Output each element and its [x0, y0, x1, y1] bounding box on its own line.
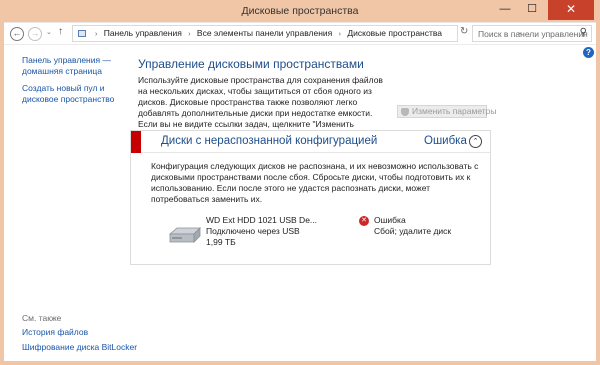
- search-placeholder: Поиск в панели управления: [478, 29, 588, 39]
- refresh-icon[interactable]: ↻: [460, 26, 468, 37]
- drive-size: 1,99 ТБ: [206, 237, 236, 247]
- recent-locations-icon[interactable]: ⌄: [46, 28, 52, 36]
- minimize-button[interactable]: —: [492, 0, 518, 20]
- error-indicator-bar: [131, 131, 141, 153]
- unrecognized-disks-panel: Диски с нераспознанной конфигурацией Оши…: [130, 130, 491, 265]
- change-settings-button[interactable]: Изменить параметры: [397, 105, 497, 118]
- panel-status: Ошибка: [424, 135, 467, 147]
- control-panel-home-link[interactable]: Панель управления — домашняя страница: [22, 55, 122, 77]
- hard-drive-icon: [168, 227, 201, 243]
- up-button[interactable]: ↑: [58, 26, 63, 37]
- breadcrumb-item-control-panel[interactable]: Панель управления: [104, 28, 182, 38]
- breadcrumb-separator[interactable]: ›: [188, 31, 190, 38]
- navigation-bar: ← → ⌄ ↑ › Панель управления › Все элемен…: [4, 23, 596, 45]
- bitlocker-link[interactable]: Шифрование диска BitLocker: [22, 342, 137, 353]
- change-settings-label: Изменить параметры: [412, 106, 497, 116]
- address-bar[interactable]: › Панель управления › Все элементы панел…: [72, 25, 523, 42]
- file-history-link[interactable]: История файлов: [22, 327, 88, 338]
- drive-error-label: Ошибка: [374, 215, 406, 225]
- forward-button[interactable]: →: [28, 27, 42, 41]
- title-bar: Дисковые пространства — ☐ ✕: [0, 0, 600, 22]
- close-button[interactable]: ✕: [548, 0, 594, 20]
- help-icon[interactable]: ?: [583, 47, 594, 58]
- breadcrumb: › Панель управления › Все элементы панел…: [91, 28, 442, 38]
- window-client: ← → ⌄ ↑ › Панель управления › Все элемен…: [4, 22, 596, 361]
- breadcrumb-item-all-items[interactable]: Все элементы панели управления: [197, 28, 332, 38]
- window-border: [4, 361, 596, 365]
- breadcrumb-separator[interactable]: ›: [339, 31, 341, 38]
- error-icon: ✕: [359, 216, 369, 226]
- panel-title: Диски с нераспознанной конфигурацией: [161, 135, 378, 147]
- page-title: Управление дисковыми пространствами: [138, 57, 364, 71]
- search-input[interactable]: Поиск в панели управления ⚲: [472, 25, 592, 42]
- panel-header[interactable]: Диски с нераспознанной конфигурацией Оши…: [131, 131, 490, 153]
- collapse-icon[interactable]: ⌃: [469, 135, 482, 148]
- control-panel-icon: [78, 30, 86, 37]
- maximize-button[interactable]: ☐: [519, 0, 545, 20]
- search-icon[interactable]: ⚲: [580, 27, 587, 38]
- drive-connection: Подключено через USB: [206, 226, 300, 236]
- drive-error-detail: Сбой; удалите диск: [374, 226, 452, 236]
- back-button[interactable]: ←: [10, 27, 24, 41]
- see-also-label: См. также: [22, 313, 62, 323]
- panel-message: Конфигурация следующих дисков не распозн…: [151, 161, 479, 204]
- create-pool-link[interactable]: Создать новый пул и дисковое пространств…: [22, 83, 122, 105]
- drive-name: WD Ext HDD 1021 USB De...: [206, 215, 318, 225]
- breadcrumb-item-storage-spaces[interactable]: Дисковые пространства: [347, 28, 442, 38]
- breadcrumb-separator: ›: [95, 31, 98, 38]
- shield-icon: [401, 108, 409, 116]
